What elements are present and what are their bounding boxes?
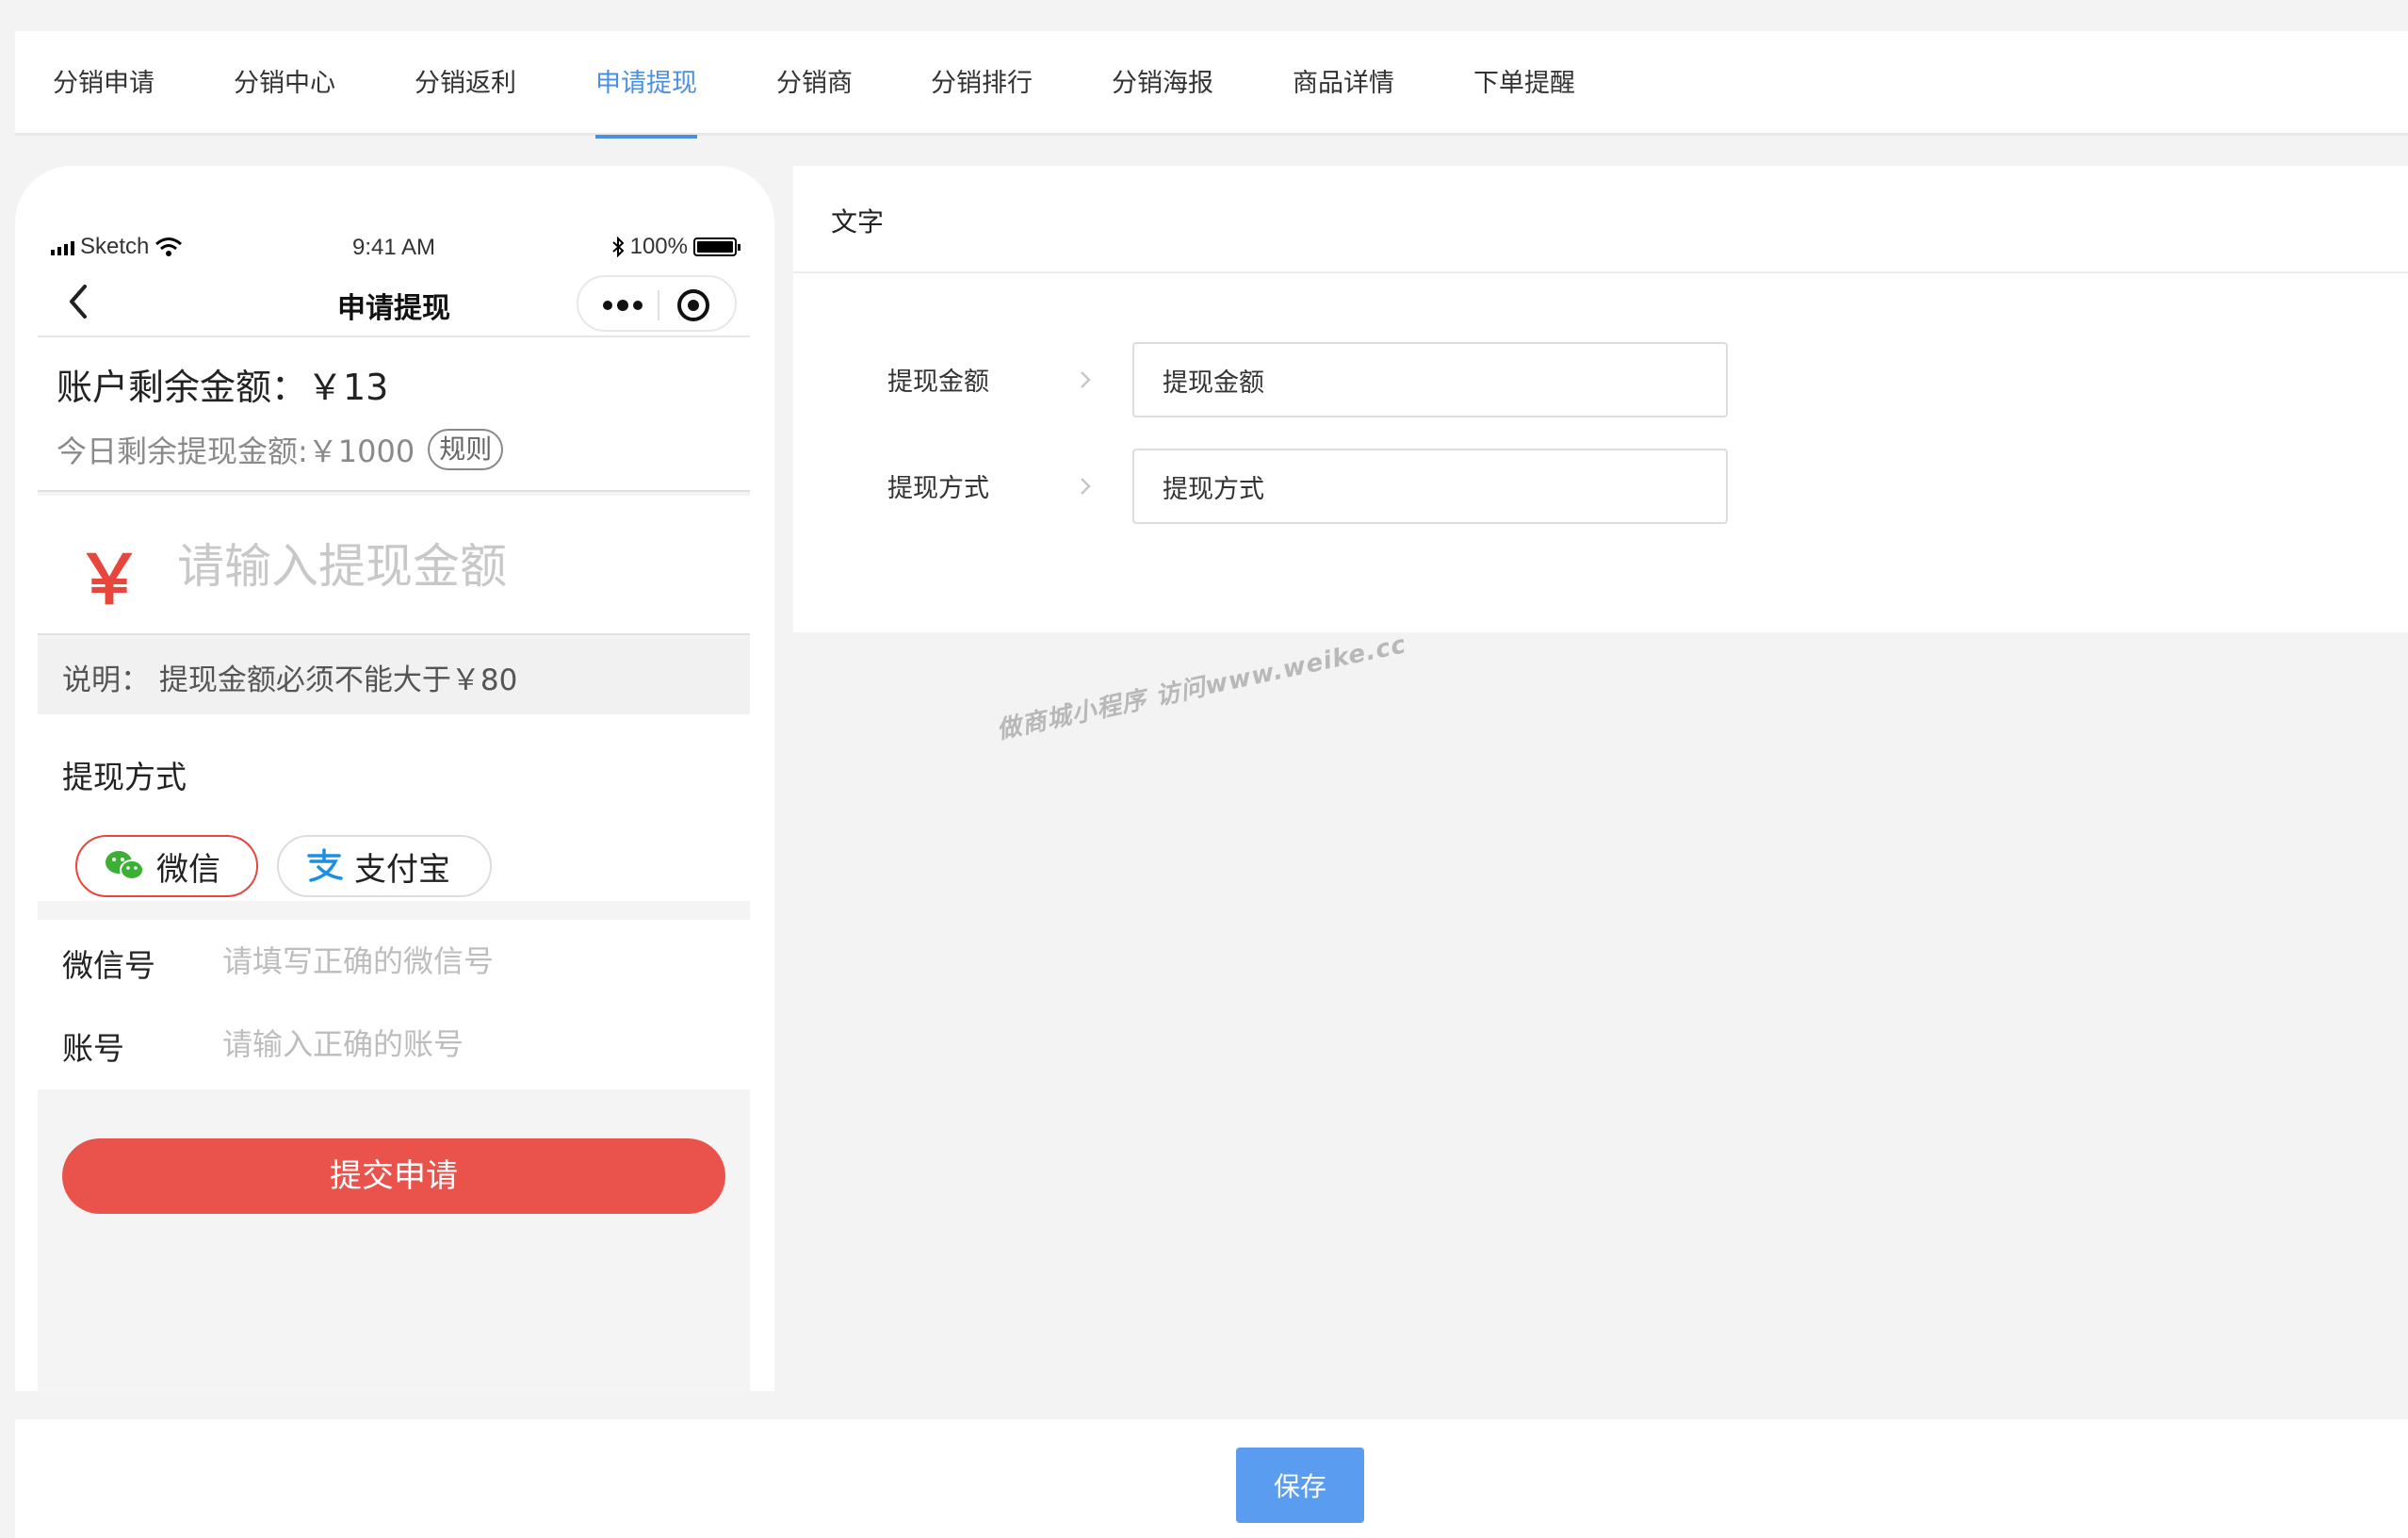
withdraw-amount-input[interactable] <box>177 533 724 599</box>
setting-input-withdraw-method[interactable] <box>1132 449 1728 524</box>
method-option-wechat[interactable]: 微信 <box>75 835 258 897</box>
watermark-text: 做商城小程序 访问www.weike.cc <box>994 630 1409 745</box>
tab-distributors[interactable]: 分销商 <box>776 31 853 136</box>
active-tab-indicator <box>595 135 697 139</box>
withdraw-note-text: 说明： 提现金额必须不能大于￥80 <box>62 663 518 697</box>
panel-header-title: 文字 <box>831 206 885 237</box>
wechat-icon <box>106 851 144 880</box>
tab-withdraw-apply-label: 申请提现 <box>595 69 697 98</box>
panel-header: 文字 <box>793 166 2408 273</box>
tab-distribution-apply[interactable]: 分销申请 <box>53 31 155 136</box>
setting-label-withdraw-amount: 提现金额 <box>887 368 989 397</box>
phone-preview-screen: Sketch 9:41 AM 100% 申请提现 账户剩余金额：￥13 今日剩余… <box>38 230 750 1391</box>
setting-row-withdraw-method: 提现方式 <box>793 449 2408 524</box>
tab-withdraw-apply[interactable]: 申请提现 <box>595 31 697 139</box>
withdraw-note: 说明： 提现金额必须不能大于￥80 <box>38 637 750 714</box>
miniprogram-capsule <box>577 275 737 332</box>
wechat-id-label: 微信号 <box>62 947 155 984</box>
account-balance: 账户剩余金额：￥13 <box>57 367 389 408</box>
alipay-icon <box>307 848 343 882</box>
balance-block: 账户剩余金额：￥13 今日剩余提现金额:￥1000 规则 <box>38 337 750 492</box>
withdraw-method-title: 提现方式 <box>62 759 187 795</box>
more-dots-icon[interactable] <box>601 296 644 315</box>
tab-product-detail[interactable]: 商品详情 <box>1293 31 1394 136</box>
tab-distribution-rebate[interactable]: 分销返利 <box>415 31 516 136</box>
method-label-alipay: 支付宝 <box>354 850 450 889</box>
tab-distribution-poster[interactable]: 分销海报 <box>1112 31 1213 136</box>
tab-order-reminder[interactable]: 下单提醒 <box>1473 31 1575 136</box>
battery-icon <box>693 237 740 256</box>
account-row: 账号 <box>38 1003 750 1086</box>
method-option-alipay[interactable]: 支付宝 <box>277 835 492 897</box>
wechat-id-input[interactable] <box>222 935 712 988</box>
phone-status-bar: Sketch 9:41 AM 100% <box>38 230 750 266</box>
setting-label-withdraw-method: 提现方式 <box>887 474 989 503</box>
yen-icon: ￥ <box>75 540 144 619</box>
submit-application-button[interactable]: 提交申请 <box>62 1138 725 1214</box>
amount-input-block: ￥ <box>38 496 750 635</box>
tab-distribution-ranking[interactable]: 分销排行 <box>931 31 1033 136</box>
account-input[interactable] <box>222 1018 712 1071</box>
chevron-right-icon <box>1081 478 1091 495</box>
capsule-divider <box>658 290 659 320</box>
account-label: 账号 <box>62 1030 124 1067</box>
wechat-id-row: 微信号 <box>38 920 750 1003</box>
daily-withdraw-remaining: 今日剩余提现金额:￥1000 规则 <box>57 428 504 471</box>
daily-remaining-text: 今日剩余提现金额:￥1000 <box>57 434 415 469</box>
account-fields-block: 微信号 账号 <box>38 920 750 1089</box>
text-settings-panel: 文字 提现金额 提现方式 <box>793 166 2408 632</box>
setting-row-withdraw-amount: 提现金额 <box>793 342 2408 417</box>
bluetooth-icon <box>611 237 625 257</box>
top-tab-bar: 分销申请 分销中心 分销返利 申请提现 分销商 分销排行 分销海报 商品详情 下… <box>15 31 2408 139</box>
setting-input-withdraw-amount[interactable] <box>1132 342 1728 417</box>
phone-nav-bar: 申请提现 <box>38 266 750 337</box>
save-button[interactable]: 保存 <box>1236 1448 1364 1523</box>
chevron-right-icon <box>1081 371 1091 388</box>
footer-bar: 保存 <box>15 1419 2408 1538</box>
close-target-icon[interactable] <box>676 288 710 322</box>
withdraw-method-block: 提现方式 微信 支付宝 <box>38 714 750 901</box>
method-label-wechat: 微信 <box>156 850 220 889</box>
rules-badge[interactable]: 规则 <box>428 429 504 470</box>
battery-percent: 100% <box>629 234 688 259</box>
tab-distribution-center[interactable]: 分销中心 <box>234 31 335 136</box>
